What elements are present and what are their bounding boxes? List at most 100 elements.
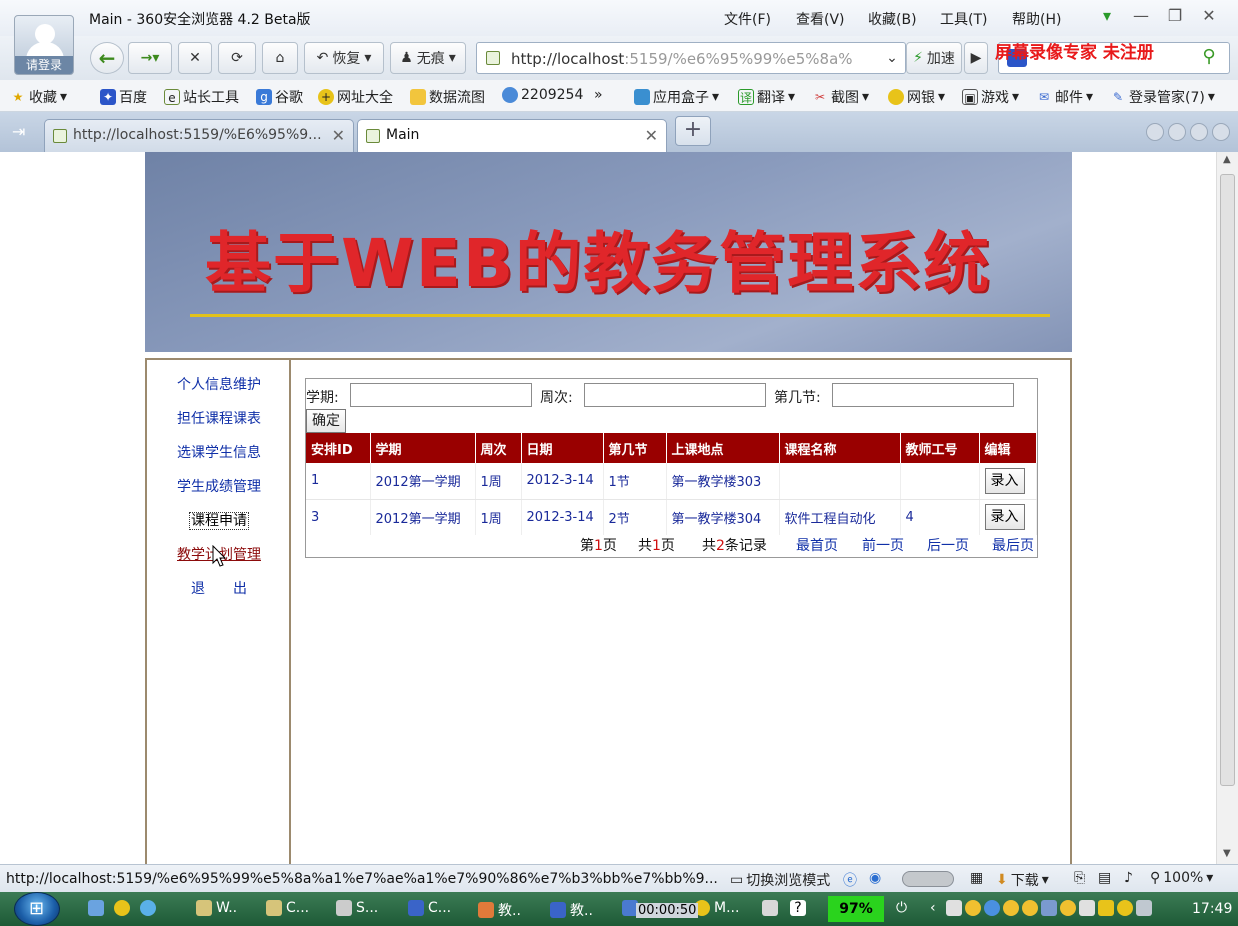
speaker-icon[interactable] (1079, 900, 1095, 916)
bookmark-games[interactable]: ▣ 游戏 ▾ (962, 87, 1019, 107)
quicklaunch-360-icon[interactable] (114, 900, 130, 916)
qq-icon[interactable] (965, 900, 981, 916)
close-icon[interactable]: ✕ (1198, 6, 1220, 25)
network-icon[interactable] (984, 900, 1000, 916)
download-button[interactable]: ⬇ 下载 ▾ (996, 870, 1049, 890)
week-input[interactable] (584, 383, 766, 407)
bookmark-favorites[interactable]: ★ 收藏 ▾ (10, 87, 67, 107)
clipboard-icon[interactable]: ⎘ (1074, 870, 1085, 886)
taskbar-item-7[interactable]: M... (694, 900, 739, 916)
private-mode-button[interactable]: ♟ 无痕 ▾ (390, 42, 466, 74)
print-icon[interactable]: ▤ (1098, 870, 1111, 886)
switch-browse-mode[interactable]: ▭ 切换浏览模式 (730, 870, 830, 890)
bookmark-screenshot[interactable]: ✂ 截图 ▾ (812, 87, 869, 107)
taskbar-item-5[interactable]: 教.. (478, 900, 521, 920)
help-icon[interactable]: ? (790, 900, 806, 916)
refresh-button[interactable]: ⟳ (218, 42, 256, 74)
play-button[interactable]: ▶ (964, 42, 988, 74)
nav-logout[interactable]: 退 出 (147, 578, 291, 598)
keyboard-icon[interactable] (762, 900, 778, 916)
skin-icon[interactable]: ▾ (1096, 6, 1118, 25)
taskbar-item-6[interactable]: 教.. (550, 900, 593, 920)
scrollbar-thumb[interactable] (1220, 174, 1235, 786)
menu-file[interactable]: 文件(F) (724, 9, 796, 29)
scroll-down-icon[interactable]: ▼ (1223, 848, 1231, 859)
bookmark-translate[interactable]: 译翻译 ▾ (738, 87, 795, 107)
tab-main[interactable]: Main ✕ (357, 119, 667, 152)
power-plug-icon[interactable]: ⏻ (896, 900, 907, 916)
scroll-up-icon[interactable]: ▲ (1223, 154, 1231, 165)
quicklaunch-explorer-icon[interactable] (88, 900, 104, 916)
bookmark-ebank[interactable]: 网银 ▾ (888, 87, 945, 107)
zoom-control[interactable]: ⚲ 100% ▾ (1150, 870, 1213, 886)
tray-app-icon[interactable] (946, 900, 962, 916)
bookmarks-more[interactable]: » (594, 87, 603, 103)
bookmark-site-directory[interactable]: + 网址大全 (318, 87, 393, 107)
bookmark-baidu[interactable]: ✦ 百度 (100, 87, 147, 107)
qq-icon[interactable] (1022, 900, 1038, 916)
menu-favorites[interactable]: 收藏(B) (868, 9, 940, 29)
tray-app-icon[interactable] (1098, 900, 1114, 916)
stop-button[interactable]: ✕ (178, 42, 212, 74)
enter-button[interactable]: 录入 (984, 467, 1025, 494)
term-input[interactable] (350, 383, 532, 407)
back-button[interactable]: ← (90, 42, 124, 74)
bookmark-qq[interactable]: 2209254 (502, 87, 583, 103)
tray-expand-icon[interactable]: ‹ (930, 900, 936, 916)
bookmark-dataflow[interactable]: 数据流图 (410, 87, 485, 107)
next-page-link[interactable]: 后一页 (927, 535, 969, 555)
enter-button[interactable]: 录入 (984, 504, 1025, 531)
taskbar-item-1[interactable]: W.. (196, 900, 237, 916)
menu-view[interactable]: 查看(V) (796, 9, 868, 29)
bookmark-google[interactable]: g 谷歌 (256, 87, 303, 107)
minimize-icon[interactable]: — (1130, 6, 1152, 25)
new-tab-button[interactable]: + (675, 116, 711, 146)
tray-app-icon[interactable] (1041, 900, 1057, 916)
bookmark-mail[interactable]: ✉ 邮件 ▾ (1036, 87, 1093, 107)
period-input[interactable] (832, 383, 1014, 407)
calendar-icon[interactable]: ▦ (970, 870, 983, 886)
tab-scroll-left-icon[interactable] (1146, 123, 1164, 141)
login-avatar[interactable]: 请登录 (14, 15, 74, 75)
address-dropdown-button[interactable]: ⌄ (880, 42, 904, 74)
volume-icon[interactable]: ♪ (1124, 870, 1133, 886)
sidebar-toggle-icon[interactable]: ⇥ (12, 122, 25, 141)
ie-icon[interactable]: ⓔ (843, 870, 857, 890)
first-page-link[interactable]: 最首页 (796, 535, 838, 555)
tray-app-icon[interactable] (1136, 900, 1152, 916)
bookmark-login-manager[interactable]: ✎ 登录管家(7) ▾ (1110, 87, 1215, 107)
nav-personal-info[interactable]: 个人信息维护 (147, 374, 291, 394)
tab-localhost[interactable]: http://localhost:5159/%E6%95%9... ✕ (44, 119, 354, 152)
submit-button[interactable]: 确定 (306, 409, 346, 433)
maximize-icon[interactable]: ❐ (1164, 6, 1186, 25)
forward-button[interactable]: →▾ (128, 42, 172, 74)
taskbar-item-3[interactable]: S... (336, 900, 378, 916)
address-bar[interactable]: http://localhost:5159/%e6%95%99%e5%8a% (476, 42, 906, 74)
close-tab-icon[interactable]: ✕ (645, 126, 658, 145)
nav-grade-management[interactable]: 学生成绩管理 (147, 476, 291, 496)
toggle-switch-icon[interactable] (902, 871, 954, 887)
nav-course-application[interactable]: 课程申请 (147, 510, 291, 530)
tab-scroll-right-icon[interactable] (1168, 123, 1186, 141)
close-all-tabs-icon[interactable] (1212, 123, 1230, 141)
menu-tools[interactable]: 工具(T) (940, 9, 1012, 29)
nav-enrolled-students[interactable]: 选课学生信息 (147, 442, 291, 462)
last-page-link[interactable]: 最后页 (992, 535, 1034, 555)
accelerate-button[interactable]: ⚡ 加速 (906, 42, 962, 74)
vertical-scrollbar[interactable]: ▲ ▼ (1216, 152, 1238, 864)
close-tab-icon[interactable]: ✕ (332, 126, 345, 145)
prev-page-link[interactable]: 前一页 (862, 535, 904, 555)
taskbar-item-4[interactable]: C... (408, 900, 451, 916)
quicklaunch-ie-icon[interactable] (140, 900, 156, 916)
qq-icon[interactable] (1003, 900, 1019, 916)
nav-course-schedule[interactable]: 担任课程课表 (147, 408, 291, 428)
restore-button[interactable]: ↶ 恢复 ▾ (304, 42, 384, 74)
qq-icon[interactable] (1060, 900, 1076, 916)
menu-help[interactable]: 帮助(H) (1012, 9, 1084, 29)
security-icon[interactable]: ◉ (869, 870, 881, 886)
home-button[interactable]: ⌂ (262, 42, 298, 74)
start-button[interactable] (14, 892, 60, 926)
bookmark-webmaster-tools[interactable]: e 站长工具 (164, 87, 239, 107)
tab-list-icon[interactable] (1190, 123, 1208, 141)
search-icon[interactable]: ⚲ (1193, 46, 1225, 70)
